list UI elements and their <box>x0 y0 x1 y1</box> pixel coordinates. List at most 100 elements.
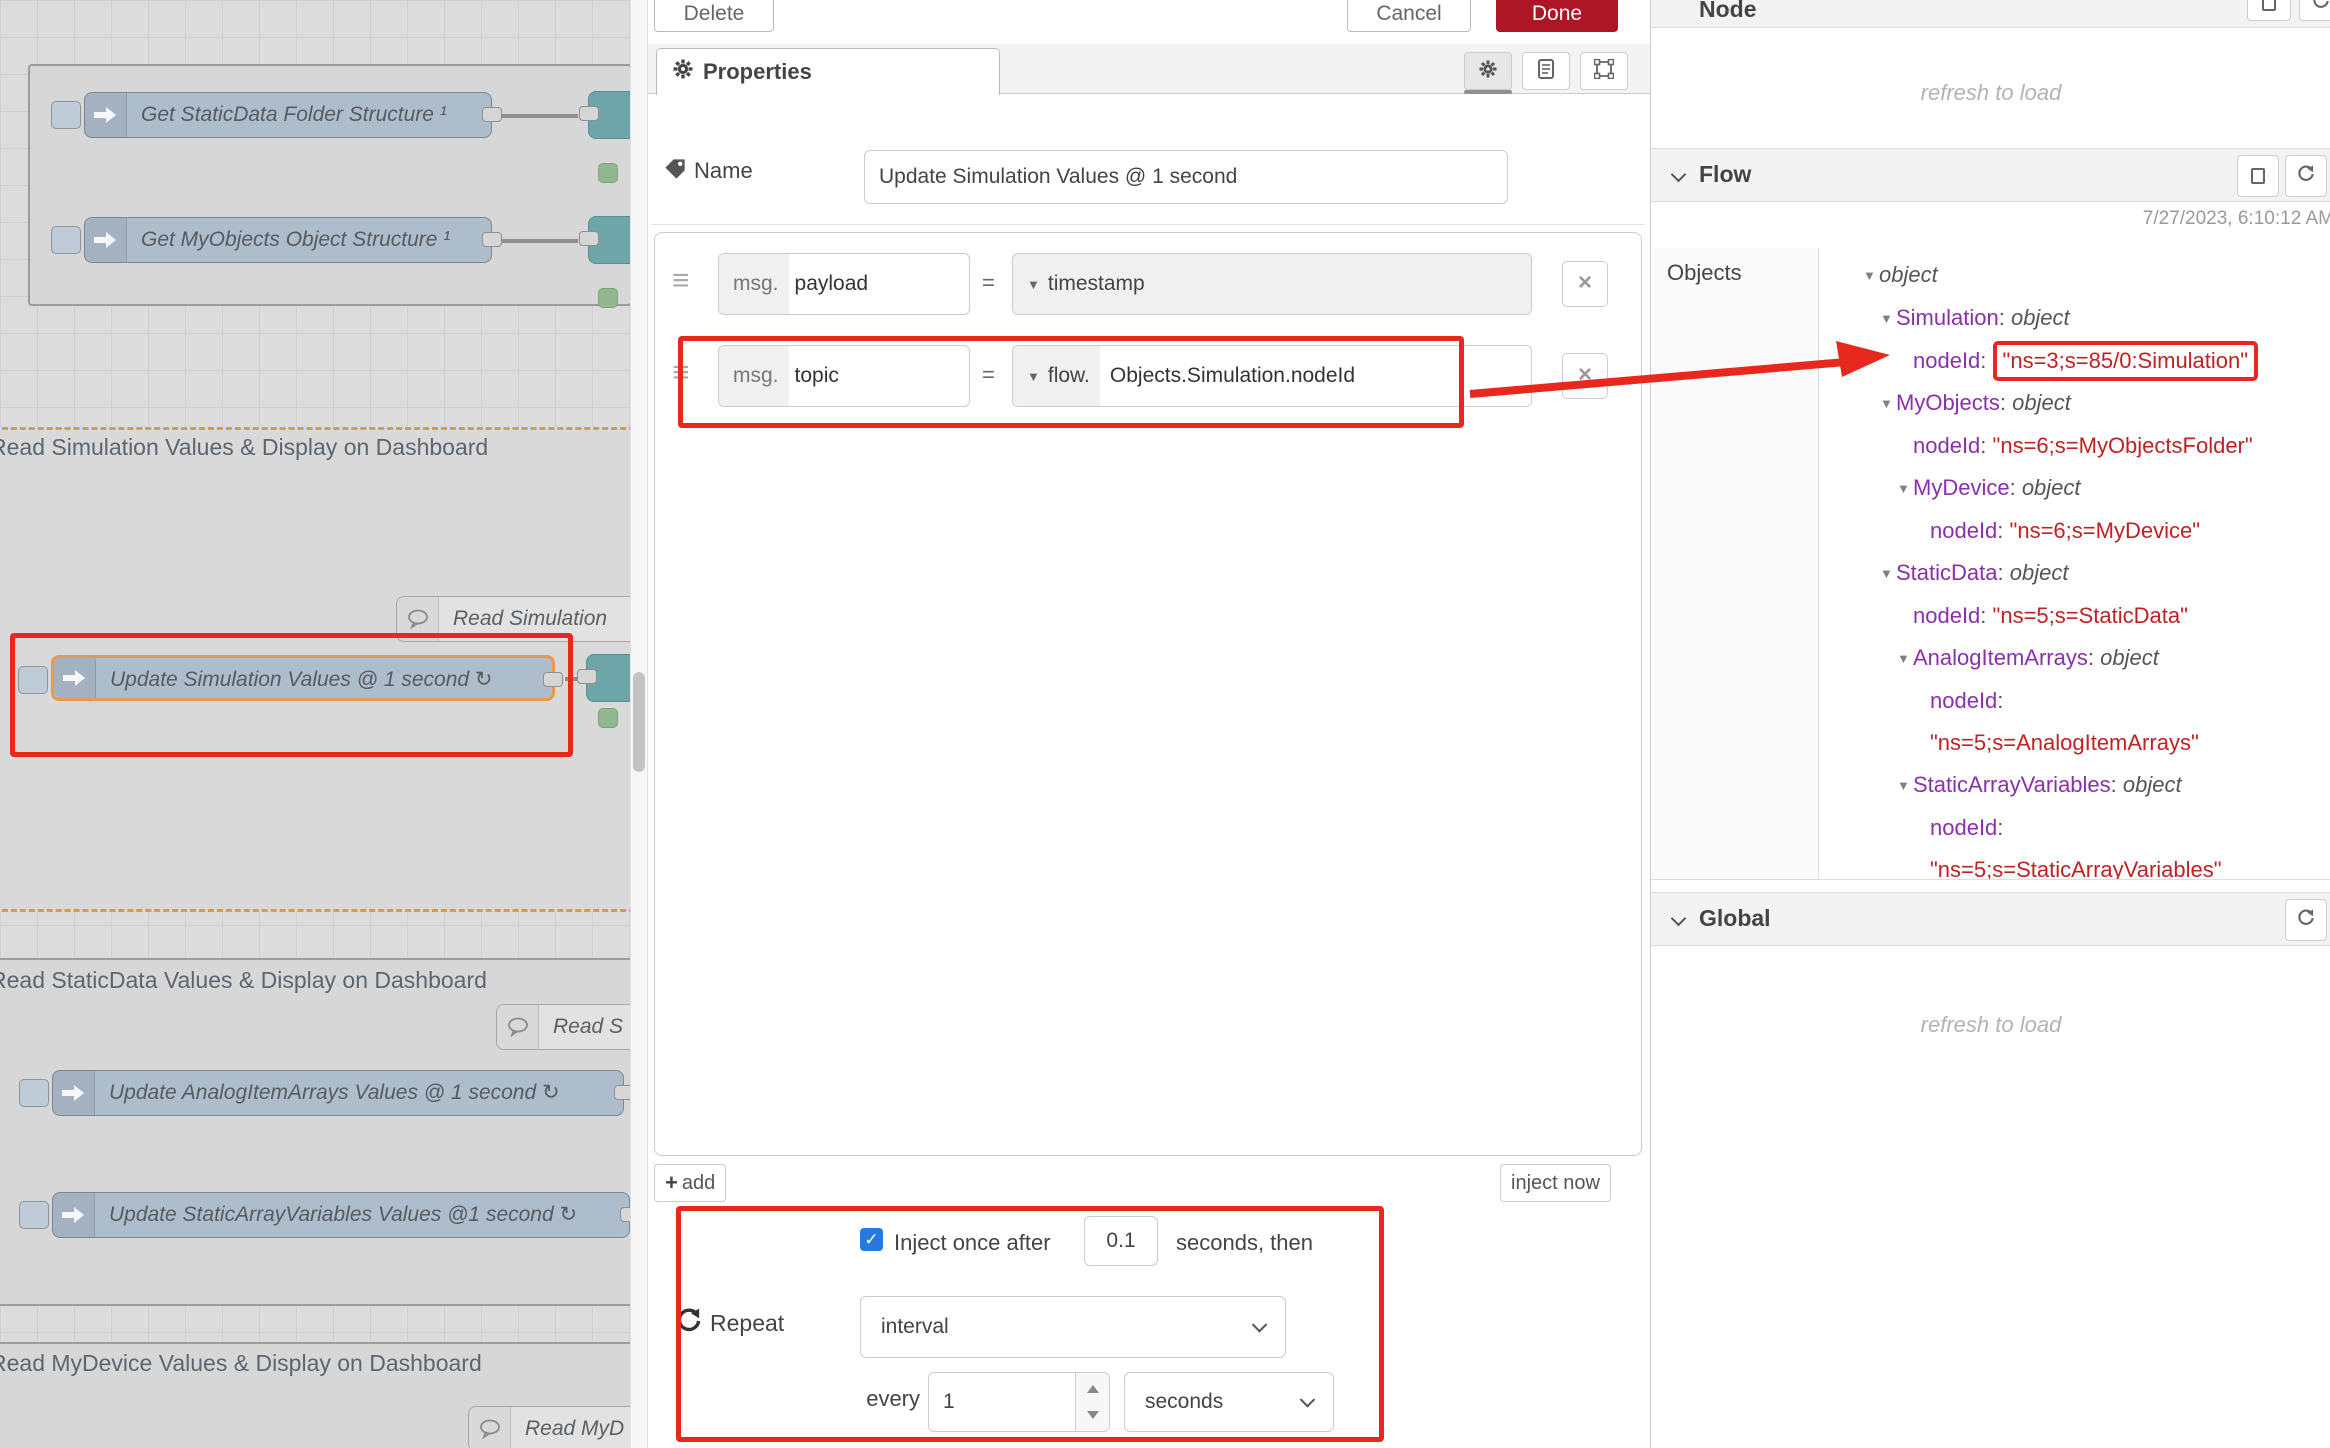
context-tree-row[interactable]: nodeId: "ns=5;s=AnalogItemArrays" <box>1819 680 2330 764</box>
opcua-node[interactable] <box>588 91 630 139</box>
msg-property-field[interactable]: msg. payload <box>718 253 970 315</box>
appearance-button[interactable] <box>1580 52 1628 90</box>
tab-properties[interactable]: Properties <box>656 48 1000 95</box>
inject-trigger-button[interactable] <box>51 226 81 254</box>
context-tree-row[interactable]: ▼object <box>1819 254 2330 297</box>
canvas-scrollbar[interactable] <box>630 0 648 1448</box>
output-port[interactable] <box>620 1207 630 1222</box>
delete-button[interactable]: Delete <box>654 0 774 32</box>
inject-arrow-icon <box>53 1071 95 1115</box>
context-type: object <box>2011 305 2070 330</box>
caret-down-icon[interactable]: ▼ <box>1897 765 1913 807</box>
inject-once-delay-input[interactable] <box>1084 1216 1158 1266</box>
context-value: "ns=6;s=MyObjectsFolder" <box>1993 433 2253 458</box>
context-tree-row[interactable]: ▼StaticArrayVariables: object <box>1819 764 2330 807</box>
node-red-editor: Read Simulation Values & Display on Dash… <box>0 0 2330 1448</box>
context-tree-row[interactable]: ▼MyDevice: object <box>1819 467 2330 510</box>
context-key: nodeId <box>1930 518 1997 543</box>
context-tree-row[interactable]: ▼MyObjects: object <box>1819 382 2330 425</box>
node-label: Update Simulation Values @ 1 second ↻ <box>110 658 544 702</box>
typed-input-flow-context[interactable]: ▼flow. Objects.Simulation.nodeId <box>1012 345 1532 407</box>
inject-once-suffix: seconds, then <box>1176 1230 1313 1256</box>
inject-node-get-staticdata[interactable]: Get StaticData Folder Structure ¹ <box>84 92 492 138</box>
output-port[interactable] <box>543 672 563 687</box>
document-icon <box>1538 59 1554 84</box>
context-tree-row[interactable]: nodeId: "ns=6;s=MyDevice" <box>1819 510 2330 552</box>
watch-button[interactable] <box>2237 155 2279 197</box>
output-port[interactable] <box>614 1085 630 1100</box>
comment-node-read-simulation[interactable]: Read Simulation <box>396 596 630 642</box>
flow-canvas[interactable]: Read Simulation Values & Display on Dash… <box>0 0 630 1448</box>
chevron-down-icon <box>1300 1392 1316 1408</box>
node-section-header[interactable]: Node <box>1651 0 2330 28</box>
output-port[interactable] <box>482 232 502 247</box>
inject-trigger-button[interactable] <box>19 1079 49 1107</box>
delete-row-button[interactable]: × <box>1562 353 1608 399</box>
global-section-label: Global <box>1699 905 1771 932</box>
context-tree-row[interactable]: nodeId: "ns=5;s=StaticData" <box>1819 595 2330 637</box>
inject-now-button[interactable]: inject now <box>1500 1164 1611 1202</box>
caret-down-icon[interactable]: ▼ <box>1880 553 1896 595</box>
output-port[interactable] <box>482 107 502 122</box>
context-type: object <box>1879 262 1938 287</box>
refresh-global-button[interactable] <box>2285 899 2327 941</box>
refresh-icon <box>2297 909 2315 932</box>
global-section-header[interactable]: Global <box>1651 892 2330 946</box>
inject-once-checkbox[interactable]: ✓ <box>860 1228 883 1251</box>
opcua-node[interactable] <box>586 654 630 702</box>
caret-down-icon[interactable]: ▼ <box>1897 638 1913 680</box>
inject-arrow-icon <box>85 218 127 262</box>
input-port[interactable] <box>579 231 599 246</box>
number-stepper[interactable] <box>1075 1373 1109 1431</box>
every-value-input[interactable]: 1 <box>928 1372 1110 1432</box>
done-button[interactable]: Done <box>1496 0 1618 32</box>
units-select[interactable]: seconds <box>1124 1372 1334 1432</box>
context-tree-row[interactable]: nodeId: "ns=5;s=StaticArrayVariables" <box>1819 807 2330 879</box>
context-tree-row[interactable]: ▼Simulation: object <box>1819 297 2330 340</box>
opcua-node[interactable] <box>588 216 630 264</box>
square-icon <box>2251 168 2265 184</box>
context-tree-row[interactable]: nodeId: "ns=6;s=MyObjectsFolder" <box>1819 425 2330 467</box>
inject-trigger-button[interactable] <box>51 101 81 129</box>
add-button[interactable]: + add <box>654 1164 726 1202</box>
context-tree-row[interactable]: nodeId: "ns=3;s=85/0:Simulation" <box>1819 340 2330 382</box>
caret-down-icon[interactable]: ▼ <box>1897 468 1913 510</box>
inject-node-get-myobjects[interactable]: Get MyObjects Object Structure ¹ <box>84 217 492 263</box>
type-select-chip[interactable]: ▼timestamp <box>1013 254 1155 314</box>
inject-node-update-simulation[interactable]: Update Simulation Values @ 1 second ↻ <box>51 655 555 701</box>
refresh-button[interactable] <box>2299 0 2330 21</box>
context-value: "ns=5;s=AnalogItemArrays" <box>1930 730 2199 755</box>
description-button[interactable] <box>1522 52 1570 90</box>
properties-view-button[interactable] <box>1464 52 1512 90</box>
inject-trigger-button[interactable] <box>19 1201 49 1229</box>
wire <box>502 114 578 118</box>
caret-down-icon[interactable]: ▼ <box>1880 298 1896 340</box>
typed-input-timestamp[interactable]: ▼timestamp <box>1012 253 1532 315</box>
refresh-flow-button[interactable] <box>2285 155 2327 197</box>
scrollbar-thumb[interactable] <box>633 672 645 772</box>
comment-node-read-staticdata[interactable]: Read S <box>496 1004 630 1050</box>
context-path-value[interactable]: Objects.Simulation.nodeId <box>1100 346 1355 406</box>
name-input[interactable] <box>864 150 1508 204</box>
drag-handle-icon[interactable]: ≡ <box>672 358 698 388</box>
caret-down-icon[interactable]: ▼ <box>1863 255 1879 297</box>
repeat-select[interactable]: interval <box>860 1296 1286 1358</box>
context-type: object <box>2100 645 2159 670</box>
inject-node-update-analogitemarrays[interactable]: Update AnalogItemArrays Values @ 1 secon… <box>52 1070 624 1116</box>
delete-row-button[interactable]: × <box>1562 261 1608 307</box>
divider <box>652 224 1644 225</box>
context-tree-row[interactable]: ▼AnalogItemArrays: object <box>1819 637 2330 680</box>
comment-node-read-mydevice[interactable]: Read MyD <box>468 1406 630 1448</box>
cancel-button[interactable]: Cancel <box>1347 0 1471 32</box>
inject-node-update-staticarrayvariables[interactable]: Update StaticArrayVariables Values @1 se… <box>52 1192 630 1238</box>
drag-handle-icon[interactable]: ≡ <box>672 266 698 296</box>
caret-down-icon[interactable]: ▼ <box>1880 383 1896 425</box>
watch-button[interactable] <box>2247 0 2291 21</box>
type-select-chip[interactable]: ▼flow. <box>1013 346 1100 406</box>
context-tree-row[interactable]: ▼StaticData: object <box>1819 552 2330 595</box>
input-port[interactable] <box>577 669 597 684</box>
input-port[interactable] <box>579 106 599 121</box>
inject-trigger-button[interactable] <box>18 666 48 694</box>
msg-property-field[interactable]: msg. topic <box>718 345 970 407</box>
flow-section-header[interactable]: Flow <box>1651 148 2330 202</box>
